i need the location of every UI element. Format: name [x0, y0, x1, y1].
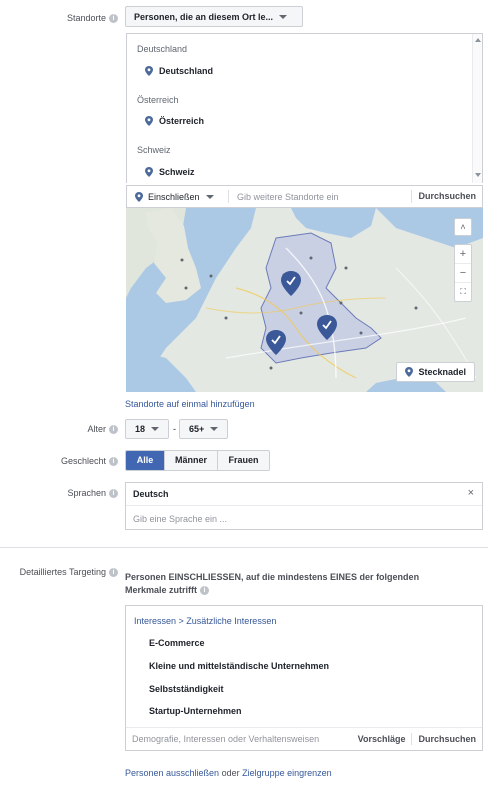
location-item: Deutschland: [145, 66, 213, 76]
location-list[interactable]: Deutschland Deutschland Österreich Öster…: [126, 33, 483, 183]
location-group-header: Schweiz: [137, 145, 171, 155]
age-separator: -: [173, 424, 176, 434]
info-icon[interactable]: i: [200, 586, 210, 596]
detailed-targeting-label: Detailliertes Targeting i: [20, 567, 118, 578]
chevron-down-icon: [205, 194, 214, 199]
location-search-input[interactable]: Gib weitere Standorte ein: [229, 192, 411, 202]
scroll-down-icon[interactable]: [475, 173, 481, 177]
targeting-search-input[interactable]: Demografie, Interessen oder Verhaltenswe…: [126, 734, 352, 744]
gender-option-all[interactable]: Alle: [126, 451, 164, 470]
language-token: Deutsch ×: [126, 483, 482, 506]
map-collapse-icon[interactable]: ˄: [454, 218, 472, 236]
detailed-targeting-box: Interessen > Zusätzliche Interessen E-Co…: [125, 605, 483, 751]
map-zoom-controls: + − ⛶: [454, 244, 472, 302]
targeting-item[interactable]: Kleine und mittelständische Unternehmen: [149, 661, 329, 671]
gender-segmented-control: Alle Männer Frauen: [125, 450, 270, 471]
gender-option-female[interactable]: Frauen: [217, 451, 269, 470]
remove-language-icon[interactable]: ×: [468, 487, 474, 499]
exclude-people-link[interactable]: Personen ausschließen: [125, 768, 219, 778]
location-type-select[interactable]: Personen, die an diesem Ort le...: [125, 6, 303, 27]
chevron-down-icon: [279, 14, 288, 19]
location-pin-icon: [405, 367, 414, 377]
chevron-down-icon: [210, 427, 219, 431]
gender-option-male[interactable]: Männer: [164, 451, 217, 470]
info-icon[interactable]: i: [109, 457, 118, 467]
footer-or-text: oder: [221, 768, 240, 778]
info-icon[interactable]: i: [109, 568, 118, 578]
location-group-header: Österreich: [137, 95, 179, 105]
age-min-select[interactable]: 18: [125, 419, 169, 439]
fullscreen-icon[interactable]: ⛶: [455, 283, 471, 301]
info-icon[interactable]: i: [109, 14, 118, 24]
targeting-browse-button[interactable]: Durchsuchen: [411, 733, 482, 745]
languages-box: Deutsch × Gib eine Sprache ein ...: [125, 482, 483, 530]
list-scrollbar[interactable]: [472, 34, 482, 183]
age-label: Alter i: [87, 424, 118, 435]
drop-pin-button[interactable]: Stecknadel: [396, 362, 475, 382]
detailed-targeting-description: Personen EINSCHLIESSEN, auf die mindeste…: [125, 572, 420, 596]
targeting-search-bar: Demografie, Interessen oder Verhaltenswe…: [126, 727, 482, 750]
zoom-in-icon[interactable]: +: [455, 245, 471, 264]
chevron-down-icon: [151, 427, 160, 431]
info-icon[interactable]: i: [109, 425, 118, 435]
location-pin-icon: [145, 66, 153, 76]
gender-label: Geschlecht i: [61, 456, 118, 467]
age-max-select[interactable]: 65+: [179, 419, 228, 439]
scroll-up-icon[interactable]: [475, 38, 481, 42]
location-pin-icon: [145, 167, 153, 177]
targeting-breadcrumb[interactable]: Interessen > Zusätzliche Interessen: [134, 616, 276, 626]
narrow-audience-link[interactable]: Zielgruppe eingrenzen: [242, 768, 332, 778]
location-search-bar: Einschließen Gib weitere Standorte ein D…: [126, 185, 483, 208]
location-group-header: Deutschland: [137, 44, 188, 54]
info-icon[interactable]: i: [109, 489, 118, 499]
location-item: Österreich: [145, 116, 204, 126]
targeting-item[interactable]: Selbstständigkeit: [149, 684, 224, 694]
browse-button[interactable]: Durchsuchen: [411, 190, 482, 203]
location-item: Schweiz: [145, 167, 195, 177]
languages-label: Sprachen i: [67, 488, 118, 499]
targeting-item[interactable]: Startup-Unternehmen: [149, 706, 242, 716]
location-pin-icon: [145, 116, 153, 126]
language-token-label: Deutsch: [133, 489, 169, 499]
location-pin-icon: [135, 191, 143, 202]
language-search-input[interactable]: Gib eine Sprache ein ...: [133, 514, 227, 524]
locations-label: Standorte i: [67, 13, 118, 24]
zoom-out-icon[interactable]: −: [455, 264, 471, 283]
section-divider: [0, 547, 488, 548]
targeting-item[interactable]: E-Commerce: [149, 638, 205, 648]
add-bulk-locations-link[interactable]: Standorte auf einmal hinzufügen: [125, 399, 255, 409]
suggestions-button[interactable]: Vorschläge: [352, 734, 412, 744]
targeting-footer: Personen ausschließen oder Zielgruppe ei…: [125, 768, 332, 778]
include-select[interactable]: Einschließen: [127, 190, 229, 203]
location-map[interactable]: + − ⛶ ˄ Stecknadel: [126, 208, 483, 392]
